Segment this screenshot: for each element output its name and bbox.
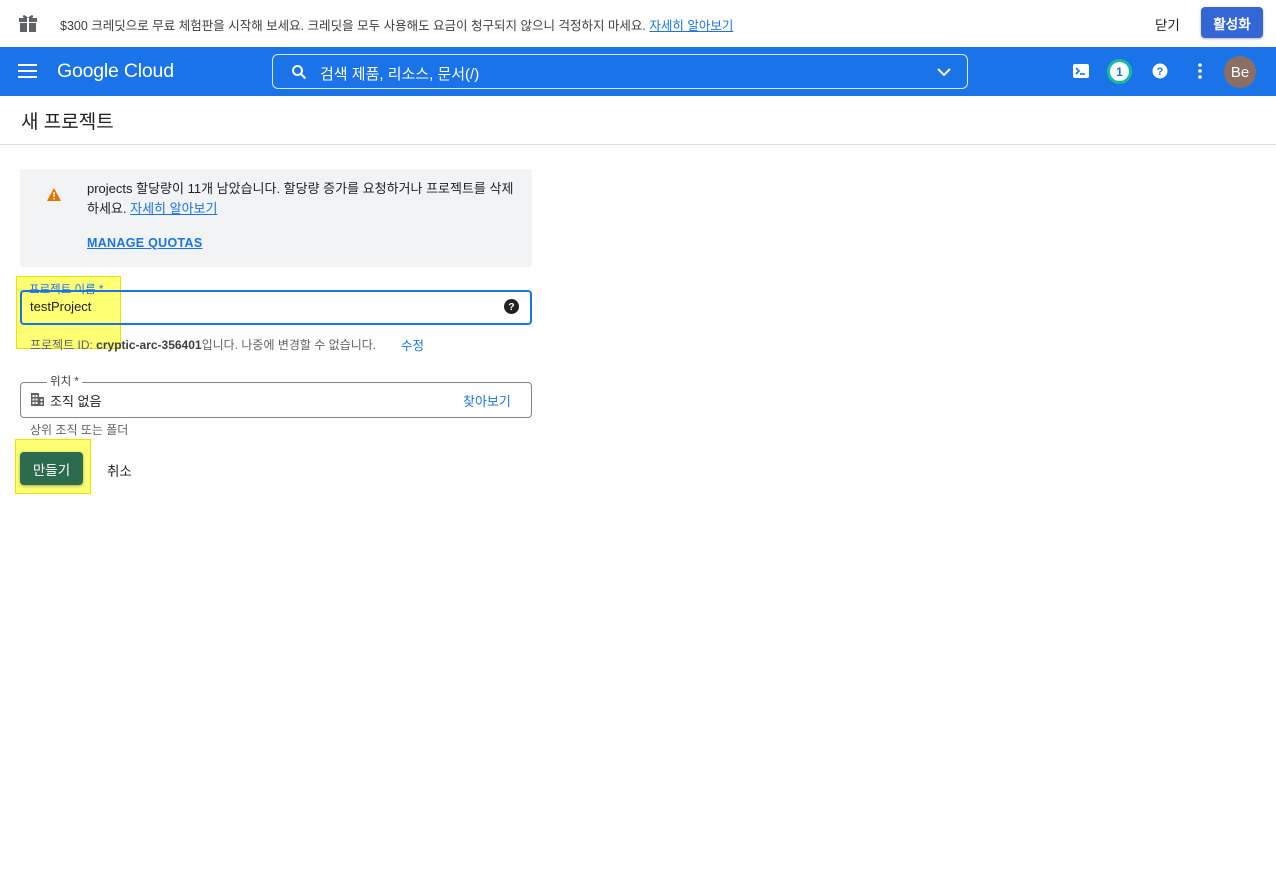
search-icon [292, 65, 307, 80]
promo-close-button[interactable]: 닫기 [1155, 14, 1180, 34]
menu-icon[interactable] [18, 64, 37, 78]
brand-logo[interactable]: Google Cloud [57, 60, 174, 83]
cloud-shell-icon[interactable] [1071, 61, 1091, 81]
location-value: 조직 없음 [50, 394, 102, 409]
create-button[interactable]: 만들기 [20, 452, 83, 485]
building-icon [31, 393, 44, 406]
promo-text: $300 크레딧으로 무료 체험판을 시작해 보세요. 크레딧을 모두 사용해도… [60, 15, 733, 34]
edit-project-id-button[interactable]: 수정 [401, 335, 424, 354]
quota-notice: projects 할당량이 11개 남았습니다. 할당량 증가를 요청하거나 프… [20, 169, 532, 267]
search-placeholder: 검색 제품, 리소스, 문서(/) [320, 66, 480, 83]
more-vert-icon[interactable] [1190, 61, 1210, 81]
project-id-text: 프로젝트 ID: cryptic-arc-356401입니다. 나중에 변경할 … [30, 336, 376, 353]
cancel-button[interactable]: 취소 [107, 460, 132, 480]
promo-banner: $300 크레딧으로 무료 체험판을 시작해 보세요. 크레딧을 모두 사용해도… [0, 0, 1276, 47]
notification-badge[interactable]: 1 [1107, 59, 1132, 84]
divider [0, 144, 1276, 145]
project-id-value: cryptic-arc-356401 [96, 338, 202, 352]
manage-quotas-link[interactable]: MANAGE QUOTAS [87, 236, 202, 250]
top-bar: Google Cloud 검색 제품, 리소스, 문서(/) 1 ? Be [0, 47, 1276, 96]
page-title: 새 프로젝트 [21, 112, 114, 133]
notice-text: projects 할당량이 11개 남았습니다. 할당량 증가를 요청하거나 프… [87, 179, 517, 219]
search-box[interactable]: 검색 제품, 리소스, 문서(/) [272, 54, 968, 89]
avatar[interactable]: Be [1224, 56, 1256, 88]
help-icon[interactable]: ? [1150, 61, 1170, 81]
chevron-down-icon[interactable] [937, 65, 951, 79]
location-hint: 상위 조직 또는 폴더 [30, 423, 129, 437]
help-circle-icon[interactable]: ? [504, 299, 519, 314]
activate-button[interactable]: 활성화 [1201, 7, 1263, 38]
project-name-label: 프로젝트 이름 * [29, 284, 104, 296]
svg-text:?: ? [1157, 66, 1164, 78]
project-name-input[interactable]: testProject [30, 299, 91, 314]
project-id-suffix: 입니다. 나중에 변경할 수 없습니다. [201, 338, 377, 352]
notice-learn-more-link[interactable]: 자세히 알아보기 [130, 201, 217, 216]
browse-button[interactable]: 찾아보기 [463, 391, 511, 410]
gift-icon [19, 15, 37, 32]
promo-learn-more-link[interactable]: 자세히 알아보기 [649, 19, 733, 33]
promo-message: $300 크레딧으로 무료 체험판을 시작해 보세요. 크레딧을 모두 사용해도… [60, 19, 646, 33]
location-label: 위치 * [47, 373, 82, 389]
project-id-prefix: 프로젝트 ID: [30, 338, 97, 352]
warning-icon [47, 188, 61, 201]
